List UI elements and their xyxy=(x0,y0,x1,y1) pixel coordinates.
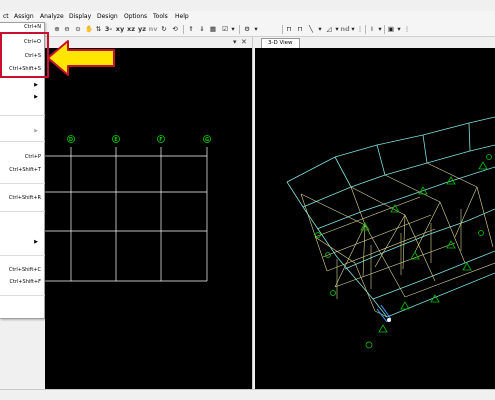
svg-text:G: G xyxy=(205,137,209,143)
menu-assign[interactable]: Assign xyxy=(14,12,34,21)
view-yz-button[interactable]: yz xyxy=(137,24,147,35)
section-icon[interactable]: ▣ xyxy=(386,24,396,35)
more-icon[interactable]: ⋮ xyxy=(403,24,411,35)
view-xy-button[interactable]: xy xyxy=(115,24,125,35)
plan-view-pane[interactable]: ▾ ✕ D E F G xyxy=(45,37,252,389)
chevron-down-icon[interactable]: ▾ xyxy=(317,24,323,35)
grid-bubble-g: G xyxy=(203,135,211,143)
3d-view-pane[interactable]: 3-D View xyxy=(255,37,495,389)
down-arrow-icon[interactable]: ⇓ xyxy=(197,24,207,35)
menu-separator xyxy=(0,141,45,142)
menu-options[interactable]: Options xyxy=(124,12,147,21)
zoom-out-icon[interactable]: ⊖ xyxy=(62,24,72,35)
zoom-window-icon[interactable]: ⊙ xyxy=(73,24,83,35)
grid-bubble-e: E xyxy=(112,135,120,143)
menu-separator xyxy=(0,211,45,212)
menu-separator xyxy=(0,295,45,296)
svg-text:E: E xyxy=(114,137,118,143)
sort-icon[interactable]: ⇅ xyxy=(94,24,103,35)
menu-separator xyxy=(0,255,45,256)
menu-separator xyxy=(0,183,45,184)
menu-bar: ct Assign Analyze Display Design Options… xyxy=(0,11,495,22)
status-bar xyxy=(0,389,495,400)
toolbar-separator xyxy=(282,25,283,34)
chevron-down-icon[interactable]: ▾ xyxy=(230,24,236,35)
menu-analyze[interactable]: Analyze xyxy=(40,12,64,21)
menu-help[interactable]: Help xyxy=(175,12,189,21)
text-cursor-icon[interactable]: I xyxy=(367,24,377,35)
support-symbols xyxy=(360,161,488,333)
svg-text:D: D xyxy=(69,137,73,143)
chevron-down-icon[interactable]: ▾ xyxy=(377,24,383,35)
grid-bubble-d: D xyxy=(67,135,75,143)
submenu-arrow-icon[interactable]: ▶ xyxy=(34,239,38,246)
grid-bubble-f: F xyxy=(157,135,165,143)
annotation-highlight-box xyxy=(0,32,49,78)
menu-item-capture-file[interactable]: Ctrl+Shift+F xyxy=(9,279,41,286)
draw-area-icon[interactable]: ◿ xyxy=(324,24,334,35)
submenu-arrow-icon[interactable]: ▶ xyxy=(34,94,38,101)
perspective-icon[interactable]: ⟲ xyxy=(170,24,180,35)
toolbar-separator xyxy=(239,25,240,34)
submenu-arrow-icon: ▶ xyxy=(34,128,38,134)
menu-item-print-tables[interactable]: Ctrl+Shift+T xyxy=(9,167,41,174)
toolbar: ⊕ ⊖ ⊙ ✋ ⇅ 3-d xy xz yz nv ↻ ⟲ ⇑ ⇓ ▦ ☑ ▾ … xyxy=(0,22,495,44)
menu-design[interactable]: Design xyxy=(97,12,118,21)
grid-icon[interactable]: ▦ xyxy=(208,24,218,35)
frame-members xyxy=(300,162,495,318)
svg-text:F: F xyxy=(159,137,162,143)
draw-frame-icon[interactable]: ⊓ xyxy=(295,24,305,35)
annotation-arrow-icon xyxy=(47,40,115,76)
view-nv-button[interactable]: nv xyxy=(148,24,158,35)
draw-line-icon[interactable]: ╲ xyxy=(306,24,316,35)
3d-model-canvas[interactable] xyxy=(255,37,495,389)
options-icon[interactable]: ⚙ xyxy=(241,24,253,35)
menu-item-print[interactable]: Ctrl+P xyxy=(25,154,41,161)
more-icon[interactable]: ⋮ xyxy=(356,24,364,35)
menu-edit[interactable]: ct xyxy=(3,12,9,21)
menu-item-capture[interactable]: Ctrl+Shift+C xyxy=(9,267,41,274)
menu-separator xyxy=(0,115,45,116)
frame-icon[interactable]: ⊓ xyxy=(284,24,294,35)
view-3d-button[interactable]: 3-d xyxy=(103,24,114,44)
plan-grid-canvas[interactable]: D E F G xyxy=(45,37,252,389)
check-icon[interactable]: ☑ xyxy=(220,24,230,35)
submenu-arrow-icon[interactable]: ▶ xyxy=(34,82,38,89)
menu-item-new[interactable]: Ctrl+N xyxy=(24,24,41,31)
chevron-down-icon[interactable]: ▾ xyxy=(396,24,402,35)
toolbar-separator xyxy=(183,25,184,34)
view-xz-button[interactable]: xz xyxy=(126,24,136,35)
node-selected xyxy=(387,318,391,322)
up-arrow-icon[interactable]: ⇑ xyxy=(186,24,196,35)
zoom-in-icon[interactable]: ⊕ xyxy=(52,24,62,35)
menu-tools[interactable]: Tools xyxy=(153,12,168,21)
toolbar-separator xyxy=(384,25,385,34)
menu-item-report[interactable]: Ctrl+Shift+R xyxy=(9,195,41,202)
pan-hand-icon[interactable]: ✋ xyxy=(84,24,94,35)
node-button[interactable]: nd xyxy=(340,24,350,35)
chevron-down-icon[interactable]: ▾ xyxy=(253,24,259,35)
plan-grid-lines xyxy=(45,147,208,282)
rotate-icon[interactable]: ↻ xyxy=(159,24,169,35)
menu-display[interactable]: Display xyxy=(69,12,91,21)
toolbar-separator xyxy=(365,25,366,34)
